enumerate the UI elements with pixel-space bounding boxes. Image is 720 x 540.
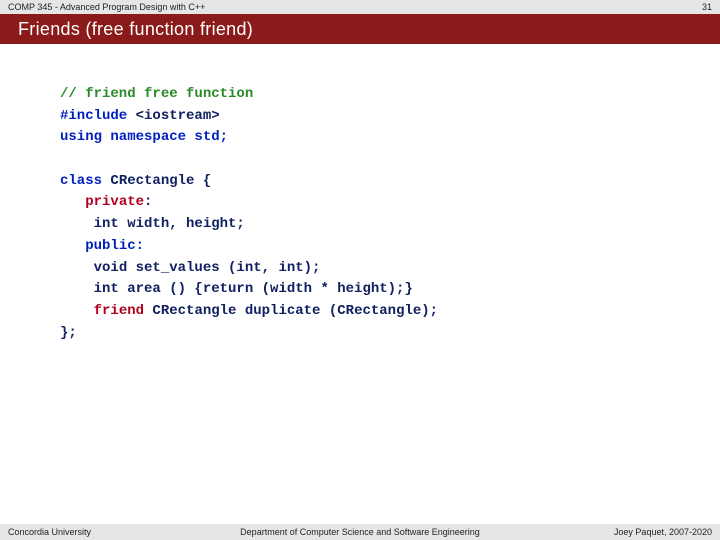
code-block: // friend free function #include <iostre… xyxy=(0,44,720,344)
slide-number: 31 xyxy=(702,2,712,12)
footer-right: Joey Paquet, 2007-2020 xyxy=(614,527,712,537)
code-line-public: public: xyxy=(60,236,720,258)
top-header-bar: COMP 345 - Advanced Program Design with … xyxy=(0,0,720,14)
blank-line xyxy=(60,149,720,171)
code-line-class: class CRectangle { xyxy=(60,171,720,193)
footer-left: Concordia University xyxy=(8,527,91,537)
code-line-include: #include <iostream> xyxy=(60,106,720,128)
code-line-area: int area () {return (width * height);} xyxy=(60,279,720,301)
code-line-comment: // friend free function xyxy=(60,84,720,106)
code-line-close: }; xyxy=(60,323,720,345)
code-line-private: private: xyxy=(60,192,720,214)
code-line-setvalues: void set_values (int, int); xyxy=(60,258,720,280)
code-line-friend: friend CRectangle duplicate (CRectangle)… xyxy=(60,301,720,323)
code-line-fields: int width, height; xyxy=(60,214,720,236)
code-line-using: using namespace std; xyxy=(60,127,720,149)
footer-center: Department of Computer Science and Softw… xyxy=(240,527,480,537)
course-label: COMP 345 - Advanced Program Design with … xyxy=(8,2,205,12)
slide-title-bar: Friends (free function friend) xyxy=(0,14,720,44)
bottom-footer-bar: Concordia University Department of Compu… xyxy=(0,524,720,540)
slide-title: Friends (free function friend) xyxy=(18,19,253,40)
